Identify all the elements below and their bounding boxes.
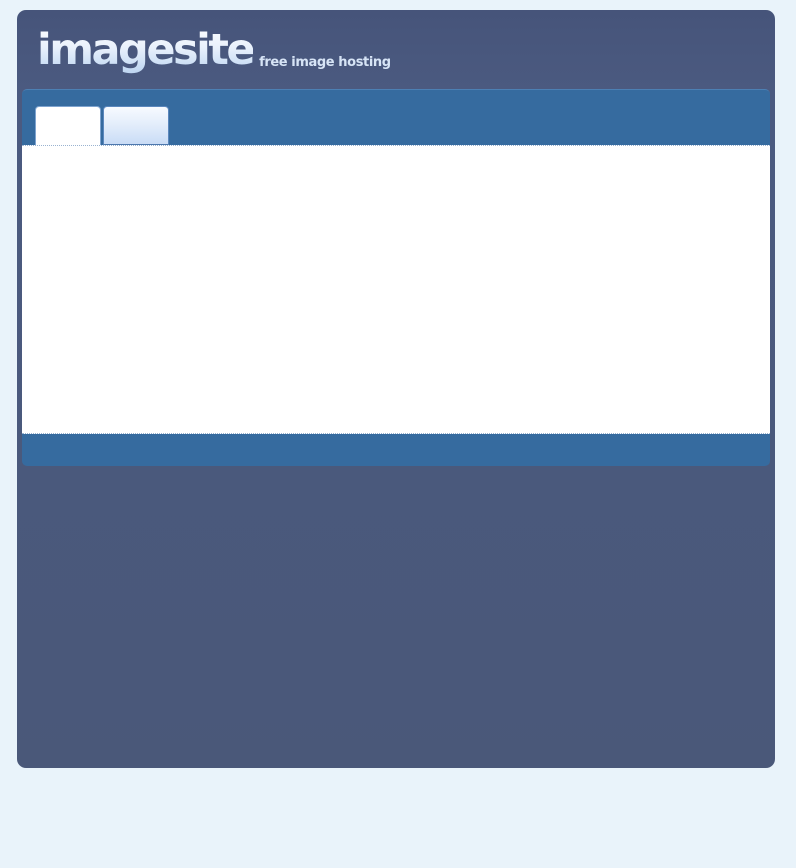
tab-bar [35,106,169,146]
upload-panel [22,89,770,466]
logo-tagline: free image hosting [259,55,391,70]
site-frame: imagesite free image hosting [17,10,775,768]
tab-first[interactable] [35,106,101,146]
site-logo[interactable]: imagesite free image hosting [37,24,391,76]
tab-second[interactable] [103,106,169,145]
tab-content-area [22,145,770,434]
logo-wordmark: imagesite [37,25,256,75]
